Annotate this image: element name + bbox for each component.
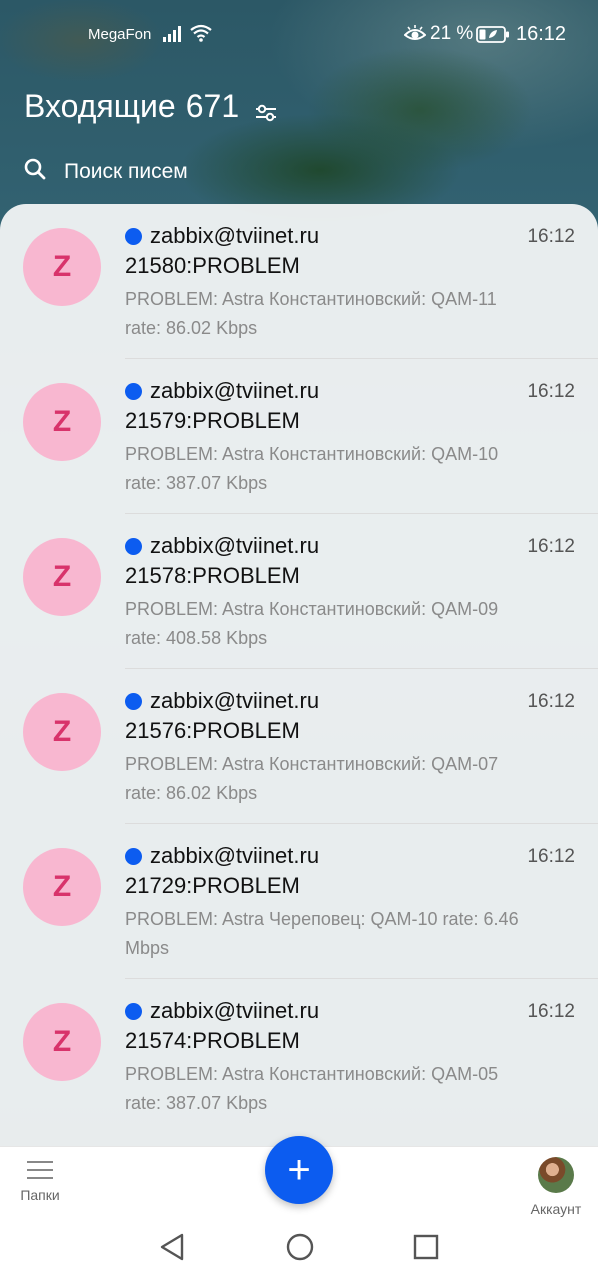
battery-percent: 21 %	[430, 23, 474, 44]
unread-indicator	[125, 693, 142, 710]
recents-icon[interactable]	[412, 1232, 440, 1267]
unread-indicator	[125, 848, 142, 865]
message-preview: PROBLEM: Astra Череповец: QAM-10 rate: 6…	[125, 909, 519, 958]
unread-indicator	[125, 1003, 142, 1020]
carrier-name: MegaFon	[88, 26, 152, 43]
search-bar[interactable]: Поиск писем	[24, 158, 188, 185]
message-subject: 21579:PROBLEM	[125, 408, 300, 433]
wifi-icon	[190, 24, 212, 46]
message-sender: zabbix@tviinet.ru	[150, 223, 320, 248]
message-time: 16:12	[527, 536, 575, 557]
message-preview: PROBLEM: Astra Константиновский: QAM-09 …	[125, 599, 499, 648]
folders-button[interactable]: Папки	[18, 1159, 62, 1203]
message-item[interactable]: Z zabbix@tviinet.ru 16:12 21580:PROBLEM …	[0, 204, 598, 359]
battery-icon	[476, 26, 510, 47]
message-preview: PROBLEM: Astra Константиновский: QAM-11 …	[125, 289, 497, 338]
message-preview: PROBLEM: Astra Константиновский: QAM-05 …	[125, 1064, 499, 1113]
message-time: 16:12	[527, 691, 575, 712]
sender-avatar: Z	[23, 1003, 101, 1081]
message-subject: 21576:PROBLEM	[125, 718, 300, 743]
back-icon[interactable]	[158, 1232, 186, 1267]
account-avatar	[538, 1157, 574, 1193]
inbox-title: Входящие	[24, 88, 176, 124]
sender-avatar: Z	[23, 848, 101, 926]
message-item[interactable]: Z zabbix@tviinet.ru 16:12 21579:PROBLEM …	[0, 359, 598, 514]
message-time: 16:12	[527, 846, 575, 867]
status-bar: MegaFon 21 % 16:12	[0, 0, 598, 70]
signal-icon	[163, 26, 183, 46]
sender-avatar: Z	[23, 693, 101, 771]
status-clock: 16:12	[516, 23, 567, 45]
message-sender: zabbix@tviinet.ru	[150, 688, 320, 713]
message-subject: 21580:PROBLEM	[125, 253, 300, 278]
search-icon	[24, 158, 46, 185]
message-time: 16:12	[527, 381, 575, 402]
message-item[interactable]: Z zabbix@tviinet.ru 16:12 21578:PROBLEM …	[0, 514, 598, 669]
compose-button[interactable]: +	[265, 1136, 333, 1204]
sender-avatar: Z	[23, 538, 101, 616]
page-title: Входящие 671	[24, 88, 239, 125]
message-subject: 21578:PROBLEM	[125, 563, 300, 588]
filter-icon[interactable]	[254, 103, 278, 128]
message-sender: zabbix@tviinet.ru	[150, 843, 320, 868]
message-sender: zabbix@tviinet.ru	[150, 533, 320, 558]
message-item[interactable]: Z zabbix@tviinet.ru 16:12 21576:PROBLEM …	[0, 669, 598, 824]
account-label: Аккаунт	[530, 1201, 582, 1217]
search-input[interactable]: Поиск писем	[64, 160, 188, 184]
unread-indicator	[125, 228, 142, 245]
message-item[interactable]: Z zabbix@tviinet.ru 16:12 21574:PROBLEM …	[0, 979, 598, 1134]
message-list: Z zabbix@tviinet.ru 16:12 21580:PROBLEM …	[0, 204, 598, 1146]
folders-label: Папки	[20, 1187, 60, 1203]
sender-avatar: Z	[23, 383, 101, 461]
message-item[interactable]: Z zabbix@tviinet.ru 16:12 21729:PROBLEM …	[0, 824, 598, 979]
message-preview: PROBLEM: Astra Константиновский: QAM-10 …	[125, 444, 499, 493]
message-time: 16:12	[527, 1001, 575, 1022]
sender-avatar: Z	[23, 228, 101, 306]
message-subject: 21729:PROBLEM	[125, 873, 300, 898]
account-button[interactable]: Аккаунт	[528, 1157, 584, 1217]
unread-indicator	[125, 538, 142, 555]
message-preview: PROBLEM: Astra Константиновский: QAM-07 …	[125, 754, 499, 803]
message-time: 16:12	[527, 226, 575, 247]
message-subject: 21574:PROBLEM	[125, 1028, 300, 1053]
system-navigation-bar	[0, 1220, 598, 1280]
inbox-count: 671	[185, 88, 240, 124]
message-sender: zabbix@tviinet.ru	[150, 378, 320, 403]
eye-comfort-icon	[403, 25, 427, 47]
unread-indicator	[125, 383, 142, 400]
message-sender: zabbix@tviinet.ru	[150, 998, 320, 1023]
home-icon[interactable]	[285, 1232, 315, 1267]
menu-icon	[27, 1159, 53, 1179]
